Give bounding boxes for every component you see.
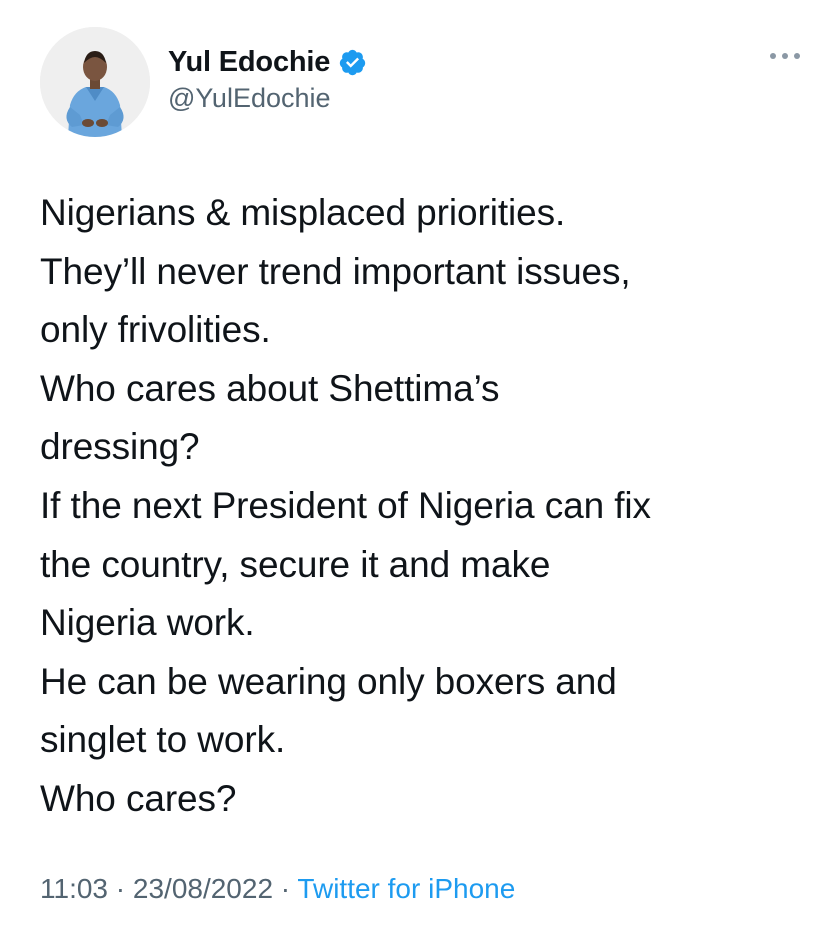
tweet-line: singlet to work. <box>40 719 286 761</box>
tweet-card: Yul Edochie @YulEdochie Nigerians & misp… <box>0 0 829 927</box>
tweet-line: the country, secure it and make <box>40 543 551 585</box>
avatar-photo-icon <box>40 27 150 137</box>
tweet-text: Nigerians & misplaced priorities. They’l… <box>40 184 800 829</box>
tweet-line: Who cares? <box>40 777 237 819</box>
handle[interactable]: @YulEdochie <box>168 83 367 114</box>
tweet-source-link[interactable]: Twitter for iPhone <box>297 873 515 904</box>
tweet-line: If the next President of Nigeria can fix <box>40 484 651 526</box>
meta-separator: · <box>273 873 298 904</box>
author-info: Yul Edochie @YulEdochie <box>168 45 367 114</box>
display-name[interactable]: Yul Edochie <box>168 46 330 79</box>
more-dot <box>770 53 776 59</box>
tweet-line: dressing? <box>40 426 200 468</box>
tweet-line: Nigeria work. <box>40 602 255 644</box>
tweet-line: They’ll never trend important issues, <box>40 250 631 292</box>
verified-badge-icon <box>338 48 367 77</box>
tweet-line: Nigerians & misplaced priorities. <box>40 192 566 233</box>
tweet-meta: 11:03 · 23/08/2022 · Twitter for iPhone <box>40 873 515 905</box>
tweet-line: Who cares about Shettima’s <box>40 367 500 409</box>
more-dot <box>782 53 788 59</box>
more-horizontal-icon[interactable] <box>770 51 800 61</box>
avatar[interactable] <box>40 27 150 137</box>
tweet-line: only frivolities. <box>40 309 271 351</box>
name-row: Yul Edochie <box>168 45 367 79</box>
more-dot <box>794 53 800 59</box>
tweet-date[interactable]: 23/08/2022 <box>133 873 273 904</box>
tweet-line: He can be wearing only boxers and <box>40 660 617 702</box>
tweet-time[interactable]: 11:03 <box>40 873 108 904</box>
meta-separator: · <box>108 873 133 904</box>
tweet-header: Yul Edochie @YulEdochie <box>40 27 800 137</box>
